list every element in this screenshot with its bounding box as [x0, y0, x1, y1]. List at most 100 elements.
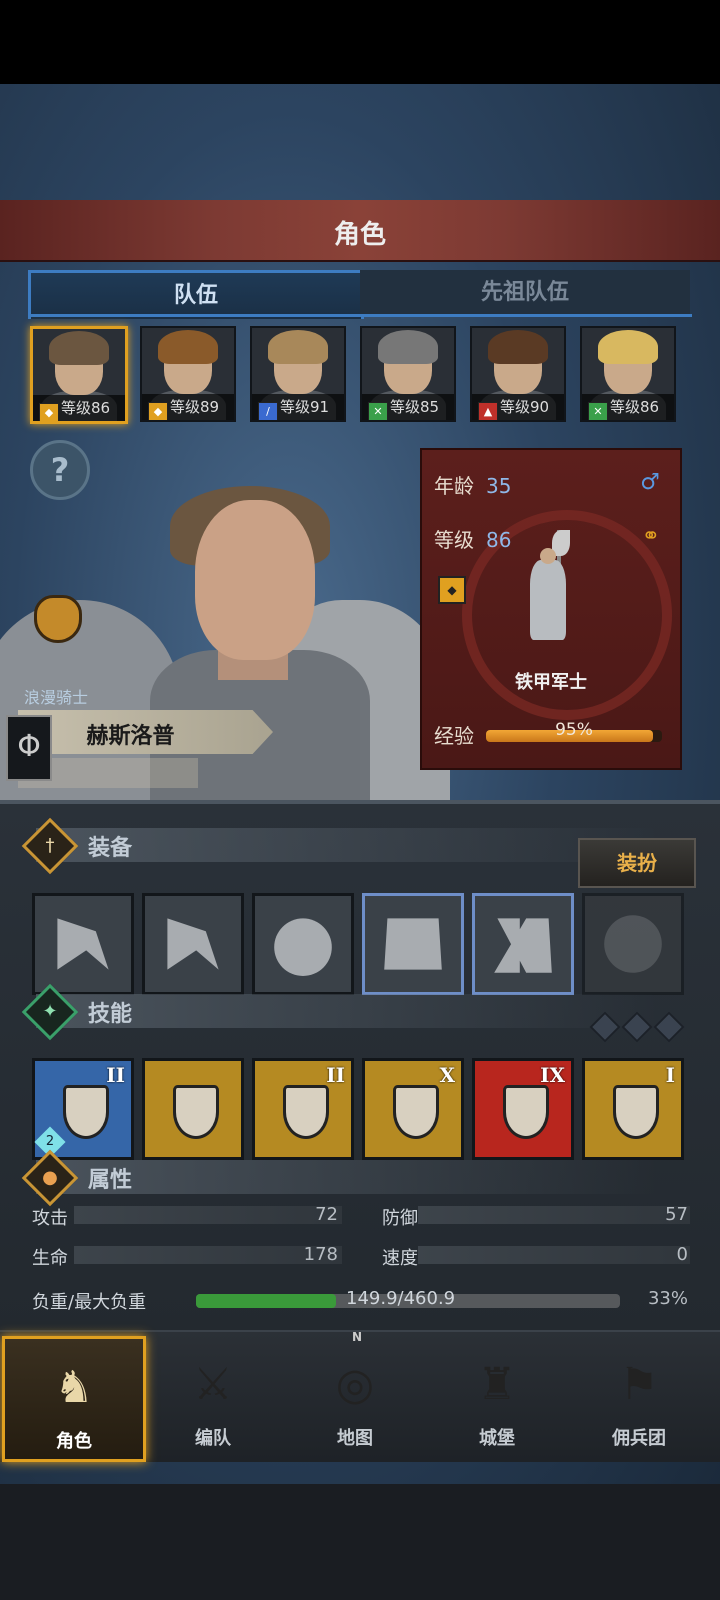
- skill-slot-4[interactable]: X: [362, 1058, 464, 1160]
- mercenary-icon: ⚑: [619, 1359, 659, 1410]
- nav-label: 编队: [195, 1428, 231, 1449]
- nav-knight[interactable]: ♞ 角色: [2, 1336, 146, 1462]
- info-card: 年龄 35 ♂ 等级 86 ⚭ ◆ 铁甲军士 经验 95%: [420, 448, 682, 770]
- party-member-5[interactable]: ▲ 等级90: [470, 326, 566, 422]
- compass-north-label: N: [352, 1330, 363, 1344]
- ring-icon[interactable]: ⚭: [642, 524, 660, 549]
- hp-label: 生命: [32, 1248, 68, 1269]
- defense-label: 防御: [382, 1208, 418, 1229]
- skill-icon: [283, 1085, 329, 1139]
- potion-icon[interactable]: [34, 595, 82, 643]
- party-member-1[interactable]: ◆ 等级86: [30, 326, 128, 424]
- castle-icon: ♜: [477, 1359, 517, 1410]
- party-member-6[interactable]: ✕ 等级86: [580, 326, 676, 422]
- defense-value: 57: [665, 1204, 688, 1225]
- skill-slot-6[interactable]: I: [582, 1058, 684, 1160]
- nav-castle[interactable]: ♜ 城堡: [428, 1336, 566, 1456]
- party-level-label: 等级86: [61, 399, 111, 417]
- equipment-slot-plate-boots[interactable]: [472, 893, 574, 995]
- portrait-hair: [488, 330, 548, 364]
- equipment-slot-axe[interactable]: [142, 893, 244, 995]
- crest-icon: Φ: [6, 715, 52, 781]
- hero-title: 浪漫骑士: [24, 688, 89, 707]
- tab-underline: [28, 314, 692, 317]
- level-label: 等级: [434, 528, 474, 552]
- party-level: ◆ 等级86: [33, 395, 125, 421]
- age-label: 年龄: [434, 474, 474, 498]
- nav-compass-map[interactable]: ◎ 地图: [286, 1336, 424, 1456]
- nav-mercenary[interactable]: ⚑ 佣兵团: [570, 1336, 708, 1456]
- party-level: / 等级91: [252, 394, 344, 420]
- party-level-label: 等级90: [500, 398, 550, 416]
- axe-icon: [167, 918, 219, 970]
- party-member-4[interactable]: ✕ 等级85: [360, 326, 456, 422]
- age-value: 35: [486, 474, 512, 498]
- level-value: 86: [486, 528, 512, 552]
- ring-icon: [604, 915, 662, 973]
- tab-team[interactable]: 队伍: [28, 270, 364, 319]
- speed-value: 0: [676, 1244, 688, 1265]
- skill-slot-5[interactable]: IX: [472, 1058, 574, 1160]
- page-title: 角色: [333, 220, 386, 250]
- skill-rank: X: [439, 1063, 455, 1087]
- skill-slot-3[interactable]: II: [252, 1058, 354, 1160]
- nav-label: 角色: [56, 1431, 92, 1452]
- sword-icon: /: [258, 402, 278, 420]
- knight-icon: ♞: [54, 1362, 94, 1413]
- compass-map-icon: ◎: [335, 1359, 375, 1410]
- male-icon: ♂: [640, 470, 660, 495]
- nav-label: 城堡: [479, 1428, 515, 1449]
- dress-button[interactable]: 装扮: [578, 838, 696, 888]
- skill-icon: [613, 1085, 659, 1139]
- party-level-label: 等级86: [610, 398, 660, 416]
- skill-slot-2[interactable]: [142, 1058, 244, 1160]
- party-level-label: 等级85: [390, 398, 440, 416]
- load-value: 149.9/460.9: [346, 1288, 456, 1309]
- party-level: ✕ 等级86: [582, 394, 674, 420]
- knight-body: [530, 560, 566, 640]
- helmet-icon: [274, 918, 332, 976]
- plate-boots-icon: [494, 918, 552, 973]
- party-level: ▲ 等级90: [472, 394, 564, 420]
- portrait-hair: [598, 330, 658, 364]
- axe-icon: [57, 918, 109, 970]
- portrait-hair: [378, 330, 438, 364]
- nav-label: 地图: [337, 1428, 373, 1449]
- skill-icon: [503, 1085, 549, 1139]
- equipment-slot-axe[interactable]: [32, 893, 134, 995]
- party-member-2[interactable]: ◆ 等级89: [140, 326, 236, 422]
- hero-name-plate[interactable]: 赫斯洛普: [18, 710, 273, 754]
- tab-ancestor-team[interactable]: 先祖队伍: [360, 270, 690, 316]
- shield-icon: ◆: [148, 402, 168, 420]
- party-member-3[interactable]: / 等级91: [250, 326, 346, 422]
- equipment-slot-plate-armor[interactable]: [362, 893, 464, 995]
- nav-label: 佣兵团: [612, 1428, 666, 1449]
- shield-icon: ◆: [438, 576, 466, 604]
- skill-rank: IX: [540, 1063, 565, 1087]
- hp-value: 178: [303, 1244, 338, 1265]
- attack-label: 攻击: [32, 1208, 68, 1229]
- shield-icon: ◆: [39, 403, 59, 421]
- level-row: 等级 86: [434, 524, 511, 553]
- equipment-slot-ring[interactable]: [582, 893, 684, 995]
- speed-label: 速度: [382, 1248, 418, 1269]
- title-bar: 角色: [0, 200, 720, 262]
- plate-armor-icon: [384, 918, 442, 970]
- skill-icon: [63, 1085, 109, 1139]
- portrait-hair: [268, 330, 328, 364]
- status-bar: [0, 0, 720, 84]
- party-level-label: 等级91: [280, 398, 330, 416]
- equipment-slot-helmet[interactable]: [252, 893, 354, 995]
- crossed-swords-icon: ✕: [588, 402, 608, 420]
- hero-face: [195, 500, 315, 660]
- load-label: 负重/最大负重: [32, 1292, 147, 1313]
- crossed-swords-icon: ✕: [368, 402, 388, 420]
- nav-formation[interactable]: ⚔ 编队: [144, 1336, 282, 1456]
- equipment-title: 装备: [88, 836, 133, 861]
- portrait-hair: [158, 330, 218, 364]
- wolf-icon: ▲: [478, 402, 498, 420]
- skills-title: 技能: [88, 1002, 133, 1027]
- xp-label: 经验: [434, 724, 474, 748]
- skill-slot-1[interactable]: II 2: [32, 1058, 134, 1160]
- party-level: ✕ 等级85: [362, 394, 454, 420]
